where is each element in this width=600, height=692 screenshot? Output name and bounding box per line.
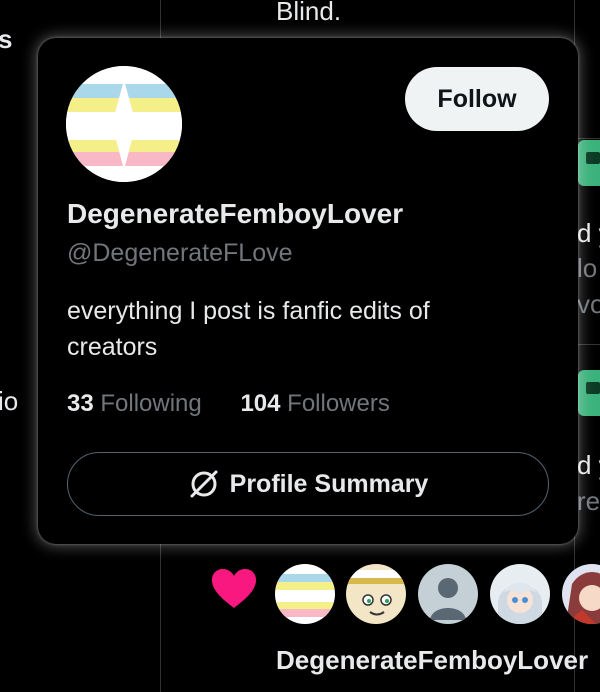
following-count: 33 xyxy=(67,390,94,417)
right-cut-text: lo xyxy=(577,253,598,283)
right-cut-text: re xyxy=(577,486,600,516)
right-cut-text: vo xyxy=(577,289,600,319)
right-cut-text: d y xyxy=(577,450,600,480)
profile-summary-button[interactable]: Profile Summary xyxy=(67,452,549,516)
followers-label: Followers xyxy=(287,390,390,417)
profile-stats: 33 Following 104 Followers xyxy=(67,390,422,418)
grok-icon xyxy=(190,470,218,498)
left-cut-text: s xyxy=(0,24,13,54)
profile-avatar[interactable] xyxy=(66,66,182,182)
profile-summary-label: Profile Summary xyxy=(229,469,429,498)
liker-avatar[interactable] xyxy=(346,564,406,624)
right-row-divider xyxy=(575,344,600,345)
profile-bio: everything I post is fanfic edits of cre… xyxy=(67,297,430,361)
followers-link[interactable]: 104 Followers xyxy=(240,390,389,418)
profile-hover-card: Follow DegenerateFemboyLover @Degenerate… xyxy=(38,38,578,544)
follow-button[interactable]: Follow xyxy=(405,67,549,131)
liked-by-name[interactable]: DegenerateFemboyLover xyxy=(276,645,588,676)
followers-count: 104 xyxy=(240,390,281,417)
following-link[interactable]: 33 Following xyxy=(67,390,202,418)
liker-avatar[interactable] xyxy=(275,564,335,624)
following-label: Following xyxy=(100,390,202,417)
avatar-icon xyxy=(578,370,600,416)
right-row-divider xyxy=(575,138,600,139)
user-handle[interactable]: @DegenerateFLove xyxy=(67,239,293,268)
right-cut-text: d y xyxy=(577,218,600,248)
liker-avatar-default[interactable] xyxy=(418,564,478,624)
post-text: Blind. xyxy=(276,0,342,26)
liker-avatar[interactable] xyxy=(490,564,550,624)
avatar-icon xyxy=(578,140,600,186)
left-cut-text: io xyxy=(0,386,19,416)
liker-avatar[interactable] xyxy=(562,564,600,624)
display-name[interactable]: DegenerateFemboyLover xyxy=(67,198,403,230)
heart-icon xyxy=(212,569,256,608)
